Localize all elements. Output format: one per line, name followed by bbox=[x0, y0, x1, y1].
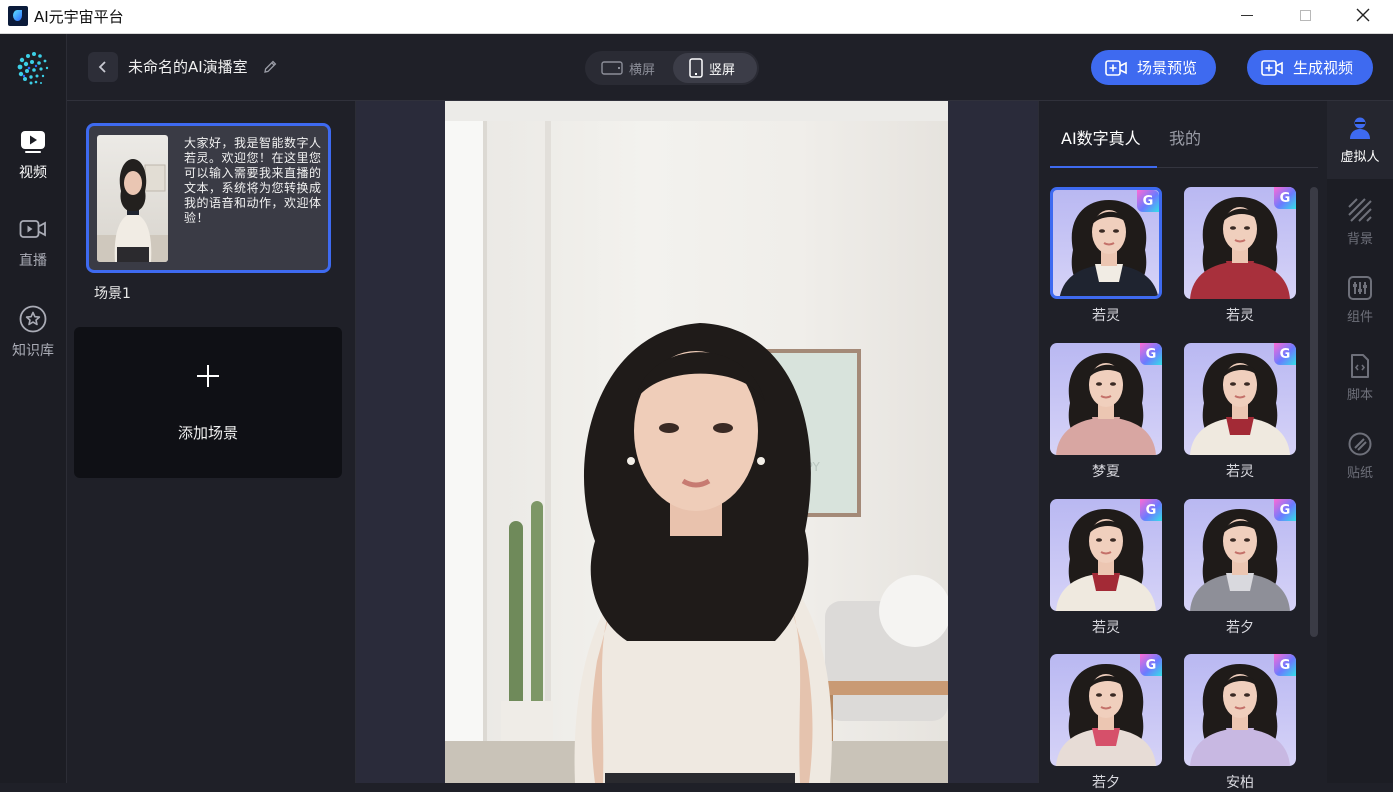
maximize-button[interactable] bbox=[1276, 0, 1334, 30]
nav-item-knowledge[interactable]: 知识库 bbox=[0, 304, 66, 360]
window-titlebar: AI元宇宙平台 bbox=[0, 0, 1393, 34]
landscape-screen-icon bbox=[601, 61, 623, 75]
avatar-thumbnail-image bbox=[97, 159, 168, 262]
video-add-icon bbox=[1105, 59, 1127, 76]
close-button[interactable] bbox=[1334, 0, 1392, 30]
generative-badge: G bbox=[1140, 499, 1162, 521]
generative-badge: G bbox=[1137, 190, 1159, 212]
tool-label: 背景 bbox=[1346, 232, 1373, 247]
scene-thumbnail bbox=[97, 135, 168, 262]
window-title: AI元宇宙平台 bbox=[34, 8, 124, 26]
generative-badge: G bbox=[1140, 654, 1162, 676]
scene-preview-button[interactable]: 场景预览 bbox=[1091, 50, 1216, 85]
generative-badge: G bbox=[1140, 343, 1162, 365]
minimize-button[interactable] bbox=[1218, 0, 1276, 30]
avatar-card[interactable]: G bbox=[1050, 499, 1162, 611]
avatar-card[interactable]: G bbox=[1184, 343, 1296, 455]
avatar-card[interactable]: G bbox=[1050, 187, 1162, 299]
tool-label: 虚拟人 bbox=[1340, 150, 1380, 165]
tool-label: 贴纸 bbox=[1346, 466, 1373, 481]
scene-card[interactable]: 大家好，我是智能数字人若灵。欢迎您！在这里您可以输入需要我来直播的文本，系统将为… bbox=[86, 123, 331, 273]
close-icon bbox=[1356, 8, 1370, 22]
nav-item-label: 直播 bbox=[19, 253, 47, 269]
tool-label: 组件 bbox=[1346, 310, 1373, 325]
tool-label: 脚本 bbox=[1346, 388, 1373, 403]
back-button[interactable] bbox=[88, 52, 118, 82]
chevron-left-icon bbox=[98, 61, 106, 73]
avatar-list-scrollbar[interactable] bbox=[1310, 187, 1318, 637]
orientation-toggle: 横屏 竖屏 bbox=[585, 51, 759, 85]
avatar-name: 若夕 bbox=[1092, 775, 1120, 791]
scene-script-text: 大家好，我是智能数字人若灵。欢迎您！在这里您可以输入需要我来直播的文本，系统将为… bbox=[184, 136, 322, 225]
avatar-card[interactable]: G bbox=[1184, 187, 1296, 299]
avatar-card[interactable]: G bbox=[1050, 654, 1162, 766]
right-tool-rail: 虚拟人 背景 组件 脚本 贴纸 bbox=[1327, 101, 1393, 783]
tab-ai-digital-human[interactable]: AI数字真人 bbox=[1061, 125, 1141, 149]
maximize-icon bbox=[1299, 9, 1311, 21]
left-nav: 视频 直播 知识库 bbox=[0, 34, 67, 783]
avatar-name: 安柏 bbox=[1226, 775, 1254, 791]
landscape-option[interactable]: 横屏 bbox=[595, 53, 673, 83]
video-add-icon bbox=[1261, 59, 1283, 76]
scene-preview-label: 场景预览 bbox=[1137, 59, 1198, 77]
active-tab-indicator bbox=[1050, 166, 1157, 168]
avatar-name: 若灵 bbox=[1092, 308, 1120, 324]
avatar-name: 若灵 bbox=[1226, 308, 1254, 324]
scene-panel: 大家好，我是智能数字人若灵。欢迎您！在这里您可以输入需要我来直播的文本，系统将为… bbox=[67, 101, 356, 783]
plus-icon bbox=[197, 365, 219, 387]
add-scene-label: 添加场景 bbox=[177, 424, 238, 442]
stage-scene-image: HAPPY bbox=[445, 101, 948, 783]
sticker-icon bbox=[1348, 432, 1372, 456]
tab-mine[interactable]: 我的 bbox=[1169, 125, 1201, 149]
avatar-person-icon bbox=[1350, 117, 1370, 139]
minimize-icon bbox=[1241, 14, 1253, 16]
stage-preview[interactable]: HAPPY bbox=[445, 101, 948, 783]
nav-item-label: 知识库 bbox=[12, 343, 54, 359]
video-play-icon bbox=[21, 131, 45, 153]
avatar-name: 若灵 bbox=[1226, 464, 1254, 480]
avatar-name: 梦夏 bbox=[1092, 464, 1120, 480]
generative-badge: G bbox=[1274, 499, 1296, 521]
canvas-area: HAPPY bbox=[356, 101, 1038, 783]
avatar-name: 若夕 bbox=[1226, 620, 1254, 636]
add-scene-button[interactable]: 添加场景 bbox=[74, 327, 342, 478]
tool-components[interactable]: 组件 bbox=[1327, 275, 1393, 325]
tool-script[interactable]: 脚本 bbox=[1327, 353, 1393, 403]
nav-item-video[interactable]: 视频 bbox=[0, 126, 66, 182]
avatar-card[interactable]: G bbox=[1050, 343, 1162, 455]
live-camera-icon bbox=[19, 220, 46, 238]
edit-pencil-icon[interactable] bbox=[263, 59, 278, 74]
generative-badge: G bbox=[1274, 187, 1296, 209]
generate-video-button[interactable]: 生成视频 bbox=[1247, 50, 1373, 85]
avatar-card[interactable]: G bbox=[1184, 654, 1296, 766]
portrait-option[interactable]: 竖屏 bbox=[673, 53, 757, 83]
generative-badge: G bbox=[1274, 654, 1296, 676]
background-stripes-icon bbox=[1348, 198, 1372, 222]
avatar-name: 若灵 bbox=[1092, 620, 1120, 636]
portrait-label: 竖屏 bbox=[709, 62, 736, 78]
editor-topbar: 未命名的AI演播室 横屏 竖屏 场景预览 生成视频 bbox=[67, 34, 1393, 101]
script-file-icon bbox=[1351, 354, 1369, 378]
nav-item-label: 视频 bbox=[19, 165, 47, 181]
nav-item-live[interactable]: 直播 bbox=[0, 214, 66, 270]
tool-avatar[interactable]: 虚拟人 bbox=[1327, 101, 1393, 179]
project-title: 未命名的AI演播室 bbox=[128, 58, 248, 76]
generative-badge: G bbox=[1274, 343, 1296, 365]
avatar-panel: AI数字真人 我的 G 若灵 G 若灵 G 梦夏 G 若灵 G 若灵 G 若夕 G 若夕 G 安柏 bbox=[1038, 101, 1327, 791]
brand-logo-icon bbox=[17, 52, 49, 85]
app-logo-icon bbox=[8, 6, 28, 26]
landscape-label: 横屏 bbox=[629, 62, 656, 78]
tool-sticker[interactable]: 贴纸 bbox=[1327, 431, 1393, 481]
star-circle-icon bbox=[19, 305, 47, 333]
avatar-card[interactable]: G bbox=[1184, 499, 1296, 611]
portrait-screen-icon bbox=[689, 58, 703, 78]
sliders-icon bbox=[1348, 276, 1372, 300]
tool-background[interactable]: 背景 bbox=[1327, 197, 1393, 247]
generate-video-label: 生成视频 bbox=[1293, 59, 1354, 77]
scene-label: 场景1 bbox=[94, 286, 131, 302]
